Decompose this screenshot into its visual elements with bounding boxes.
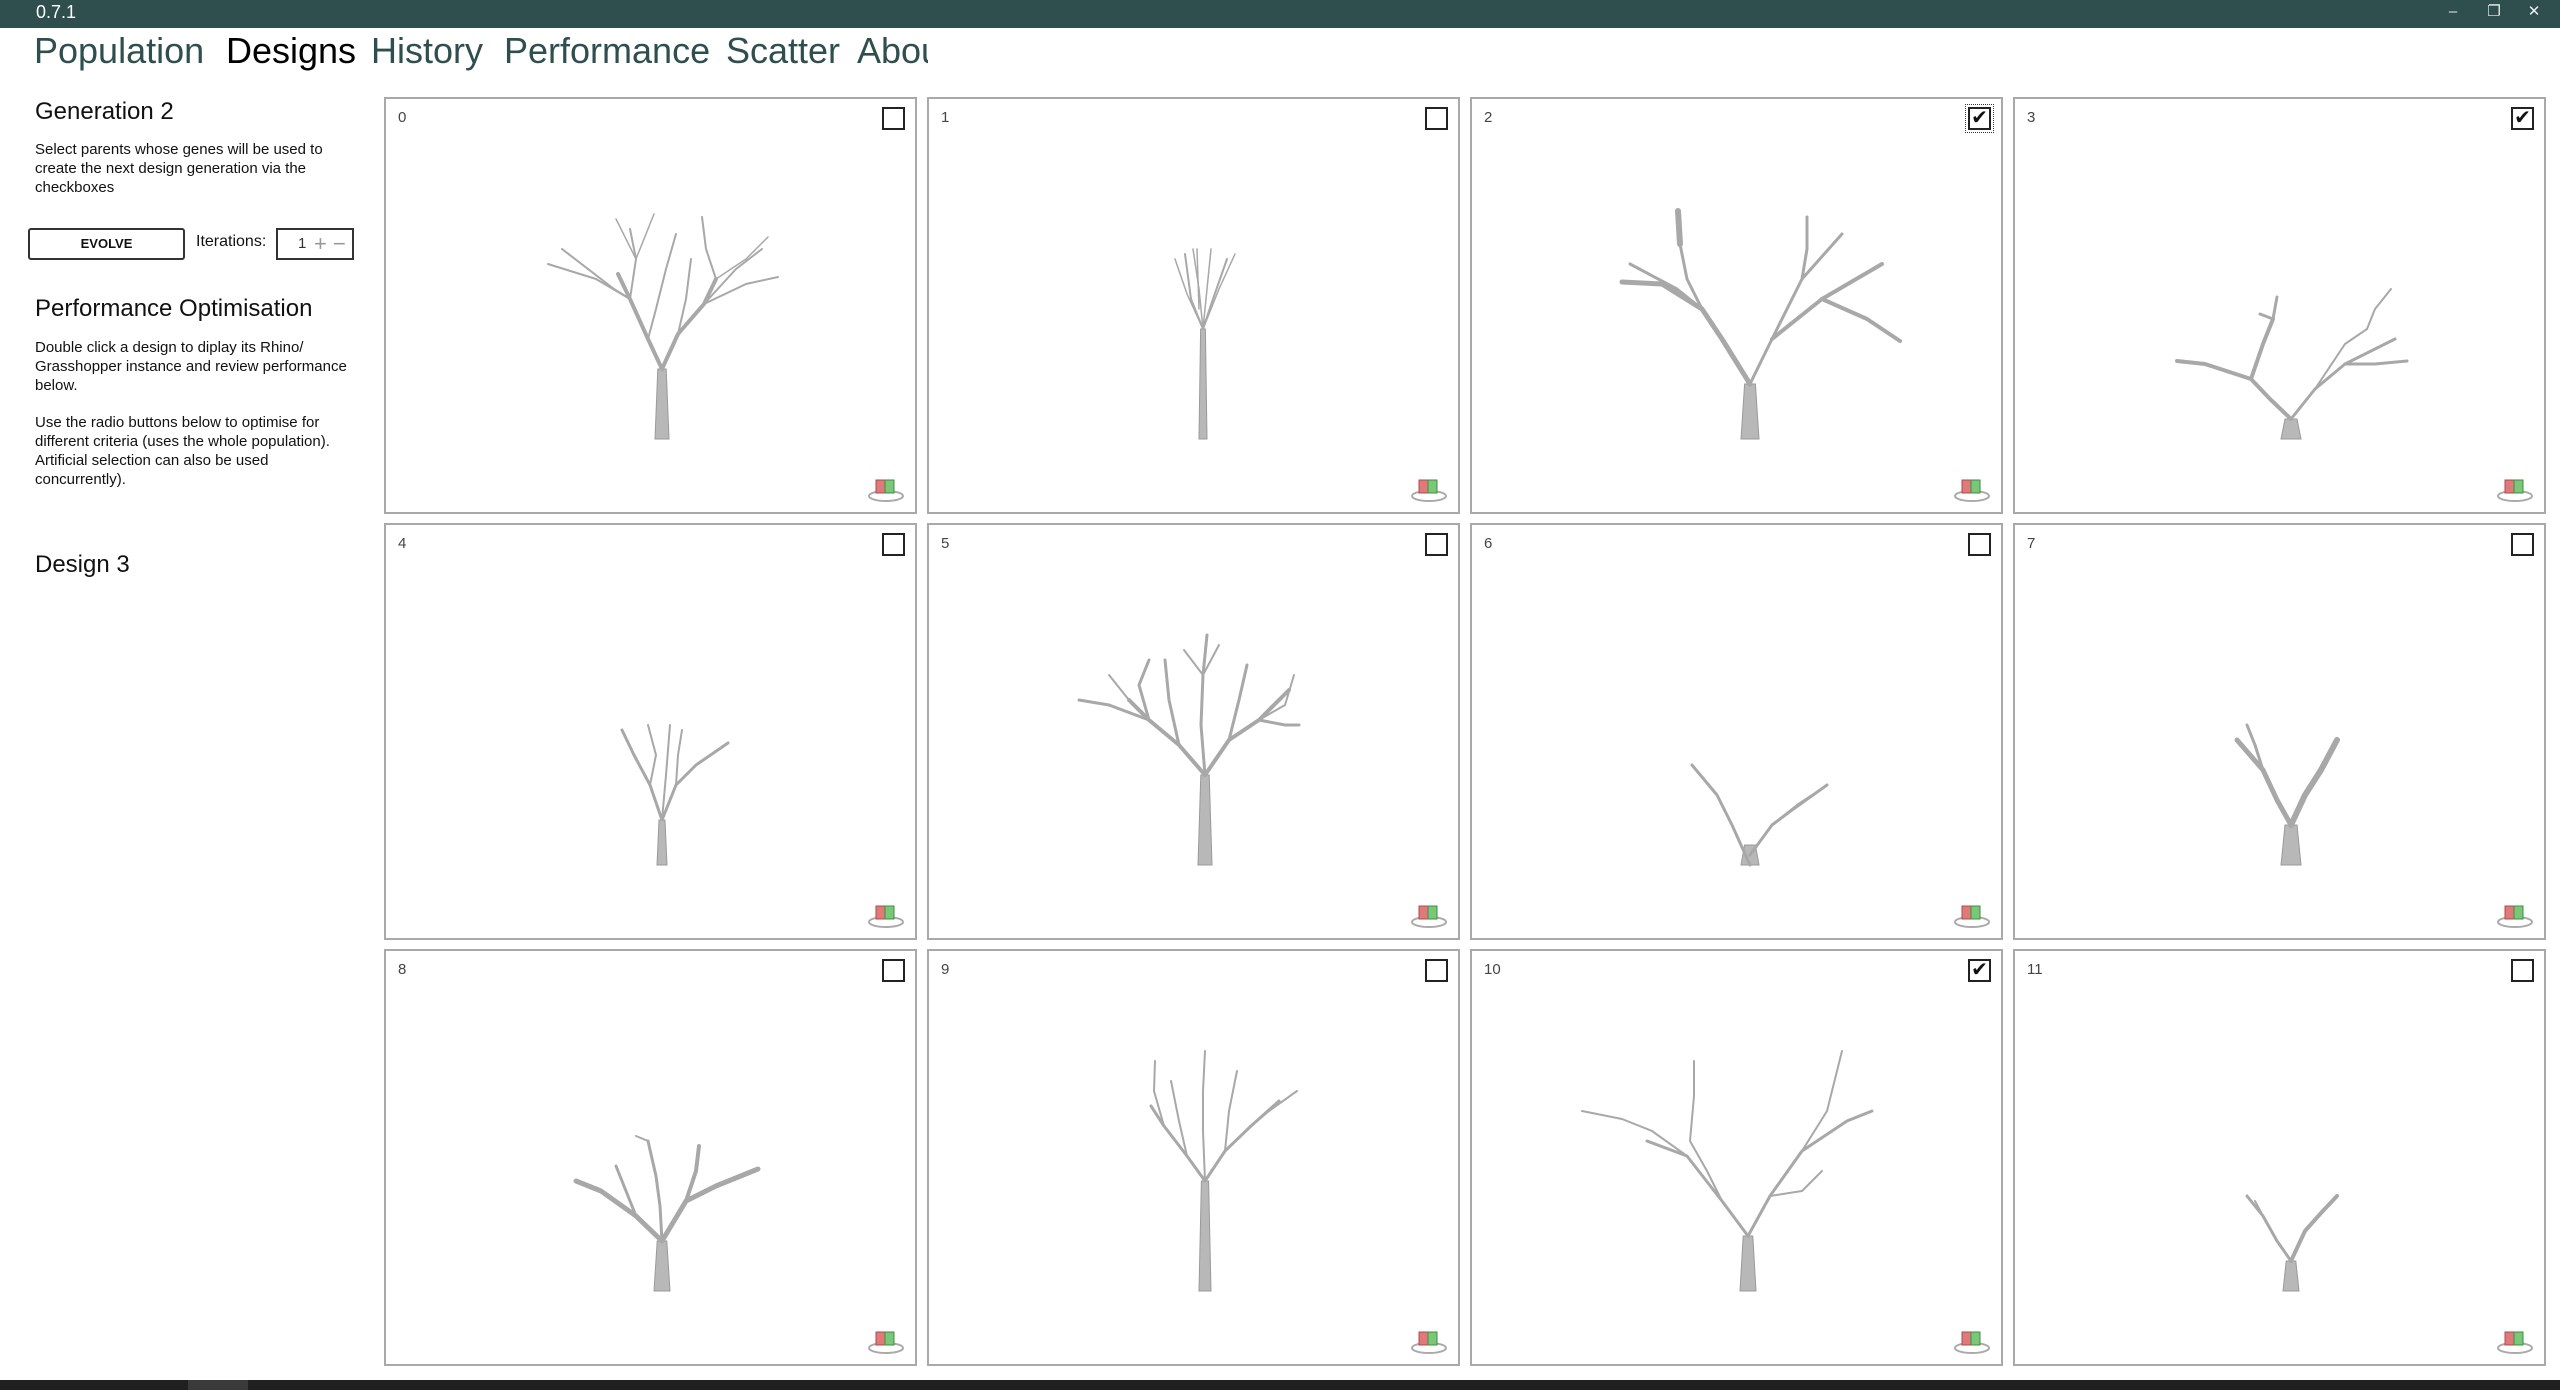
grasshopper-icon[interactable] xyxy=(1953,1328,1991,1354)
restore-button[interactable]: ❐ xyxy=(2479,1,2509,25)
design-card[interactable]: 1 xyxy=(927,97,1460,514)
grasshopper-icon[interactable] xyxy=(2496,902,2534,928)
design-card[interactable]: 7 xyxy=(2013,523,2546,940)
select-parent-checkbox[interactable] xyxy=(1425,959,1448,982)
design-index: 3 xyxy=(2027,109,2036,126)
design-card[interactable]: 3 ✔ xyxy=(2013,97,2546,514)
design-card[interactable]: 9 xyxy=(927,949,1460,1366)
tree-render xyxy=(1174,248,1236,440)
iterations-value[interactable]: 1 xyxy=(298,235,306,252)
tree-render xyxy=(1581,1050,1874,1292)
design-card[interactable]: 8 xyxy=(384,949,917,1366)
select-parent-checkbox[interactable] xyxy=(2511,533,2534,556)
grasshopper-icon[interactable] xyxy=(867,476,905,502)
design-index: 5 xyxy=(941,535,950,552)
minimize-button[interactable]: – xyxy=(2438,1,2468,25)
grasshopper-icon[interactable] xyxy=(2496,1328,2534,1354)
decrement-icon[interactable]: − xyxy=(333,232,346,256)
performance-title: Performance Optimisation xyxy=(35,295,313,322)
design-card[interactable]: 11 xyxy=(2013,949,2546,1366)
select-parent-checkbox[interactable] xyxy=(1425,533,1448,556)
select-parent-checkbox[interactable] xyxy=(2511,959,2534,982)
performance-description: Double click a design to diplay its Rhin… xyxy=(35,339,347,394)
taskbar xyxy=(0,1380,2560,1390)
tab-overflow-mask xyxy=(928,30,952,76)
tab-history[interactable]: History xyxy=(371,30,483,72)
design-title: Design 3 xyxy=(35,551,130,578)
design-card[interactable]: 10 ✔ xyxy=(1470,949,2003,1366)
design-card[interactable]: 6 xyxy=(1470,523,2003,940)
select-parent-checkbox[interactable]: ✔ xyxy=(1968,959,1991,982)
design-card[interactable]: 5 xyxy=(927,523,1460,940)
design-index: 11 xyxy=(2027,961,2043,978)
tree-render xyxy=(547,213,779,440)
grasshopper-icon[interactable] xyxy=(1953,902,1991,928)
iterations-label: Iterations: xyxy=(196,233,267,250)
grasshopper-icon[interactable] xyxy=(2496,476,2534,502)
select-parent-checkbox[interactable]: ✔ xyxy=(1965,104,1994,133)
tab-designs[interactable]: Designs xyxy=(226,30,356,72)
tree-render xyxy=(1149,1050,1298,1292)
app-version: 0.7.1 xyxy=(36,2,77,22)
select-parent-checkbox[interactable] xyxy=(1425,107,1448,130)
tree-render xyxy=(1619,208,1902,440)
design-index: 10 xyxy=(1484,961,1501,978)
select-parent-checkbox[interactable] xyxy=(882,107,905,130)
design-index: 8 xyxy=(398,961,407,978)
design-index: 9 xyxy=(941,961,950,978)
select-parent-checkbox[interactable] xyxy=(882,533,905,556)
select-parent-checkbox[interactable]: ✔ xyxy=(2511,107,2534,130)
design-index: 7 xyxy=(2027,535,2036,552)
generation-description: Select parents whose genes will be used … xyxy=(35,141,323,196)
tree-render xyxy=(1690,763,1829,867)
tree-render xyxy=(620,724,730,866)
design-index: 0 xyxy=(398,109,407,126)
grasshopper-icon[interactable] xyxy=(1953,476,1991,502)
grasshopper-icon[interactable] xyxy=(867,902,905,928)
design-card[interactable]: 2 ✔ xyxy=(1470,97,2003,514)
tab-performance[interactable]: Performance xyxy=(504,30,710,72)
close-button[interactable]: ✕ xyxy=(2519,1,2549,25)
tab-population[interactable]: Population xyxy=(34,30,204,72)
grasshopper-icon[interactable] xyxy=(1410,902,1448,928)
tree-render xyxy=(2245,1194,2339,1292)
design-index: 1 xyxy=(941,109,950,126)
title-bar: 0.7.1 – ❐ ✕ xyxy=(0,0,2560,28)
grasshopper-icon[interactable] xyxy=(1410,1328,1448,1354)
select-parent-checkbox[interactable] xyxy=(1968,533,1991,556)
tab-scatter[interactable]: Scatter xyxy=(726,30,840,72)
select-parent-checkbox[interactable] xyxy=(882,959,905,982)
tree-render xyxy=(1077,633,1301,866)
grasshopper-icon[interactable] xyxy=(1410,476,1448,502)
increment-icon[interactable]: + xyxy=(314,232,327,256)
design-index: 6 xyxy=(1484,535,1493,552)
grasshopper-icon[interactable] xyxy=(867,1328,905,1354)
generation-title: Generation 2 xyxy=(35,98,174,125)
optimise-description: Use the radio buttons below to optimise … xyxy=(35,414,330,488)
iterations-stepper[interactable]: 1 + − xyxy=(276,228,354,260)
tree-render xyxy=(573,1135,761,1292)
design-index: 2 xyxy=(1484,109,1493,126)
design-card[interactable]: 0 xyxy=(384,97,917,514)
taskbar-item[interactable] xyxy=(188,1380,248,1390)
tree-render xyxy=(2234,723,2340,866)
design-index: 4 xyxy=(398,535,407,552)
design-card[interactable]: 4 xyxy=(384,523,917,940)
tree-render xyxy=(2175,288,2409,440)
evolve-button[interactable]: EVOLVE xyxy=(28,228,185,260)
